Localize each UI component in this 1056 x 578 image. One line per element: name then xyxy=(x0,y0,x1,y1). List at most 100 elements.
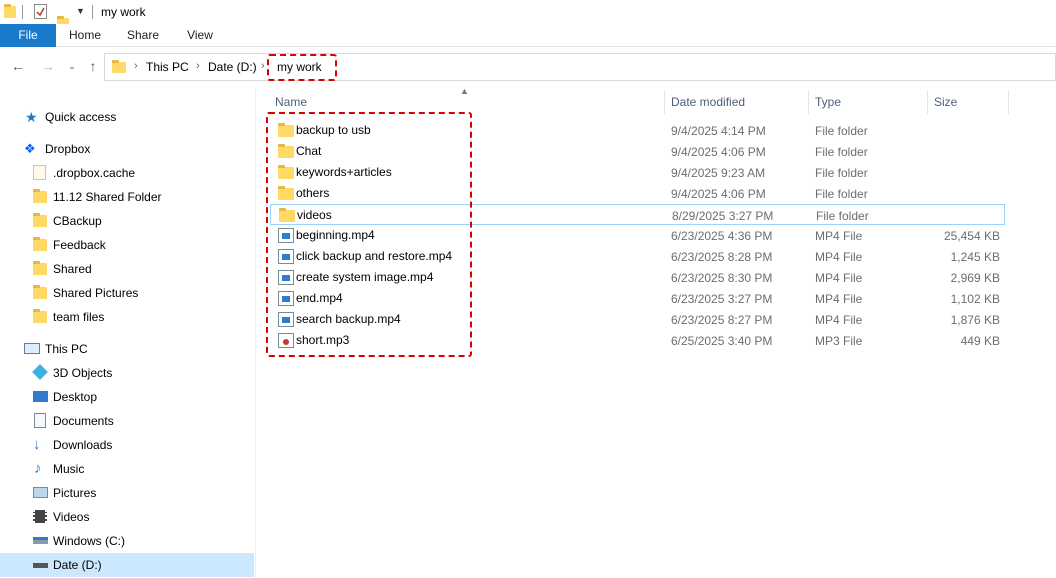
sidebar-item-date-d[interactable]: Date (D:) xyxy=(0,553,254,577)
film-icon xyxy=(33,510,47,523)
document-icon xyxy=(34,413,46,428)
tab-view[interactable]: View xyxy=(175,24,225,47)
column-divider xyxy=(664,90,665,114)
sidebar-item-quick-access[interactable]: ★ Quick access xyxy=(0,105,254,129)
navigation-bar: ← → ⌄ ↑ › This PC › Date (D:) › my work xyxy=(0,47,1056,87)
sidebar-item-documents[interactable]: Documents xyxy=(0,409,254,433)
folder-icon xyxy=(112,60,126,73)
tab-share[interactable]: Share xyxy=(118,24,168,47)
sidebar-item-team-files[interactable]: team files xyxy=(0,305,254,329)
sidebar-item-videos[interactable]: Videos xyxy=(0,505,254,529)
file-size: 2,969 KB xyxy=(950,271,1000,285)
pictures-icon xyxy=(33,487,48,498)
sidebar-item-windows-c[interactable]: Windows (C:) xyxy=(0,529,254,553)
sidebar-item-label: Videos xyxy=(53,510,90,524)
file-date-modified: 9/4/2025 4:06 PM xyxy=(671,145,766,159)
sidebar-item-label: Desktop xyxy=(53,390,98,404)
file-date-modified: 8/29/2025 3:27 PM xyxy=(672,209,774,223)
file-type: MP4 File xyxy=(815,313,863,327)
sidebar-item-label: 11.12 Shared Folder xyxy=(53,190,162,204)
column-divider xyxy=(1008,90,1009,114)
column-header-type[interactable]: Type xyxy=(815,95,841,119)
address-bar[interactable]: › This PC › Date (D:) › my work xyxy=(104,53,1056,81)
highlight-box-address xyxy=(267,54,337,81)
shared-folder-icon xyxy=(33,237,47,251)
file-date-modified: 9/4/2025 4:06 PM xyxy=(671,187,766,201)
sidebar-item-3d-objects[interactable]: 3D Objects xyxy=(0,361,254,385)
ribbon-tabs: File Home Share View xyxy=(0,24,1056,47)
file-date-modified: 6/25/2025 3:40 PM xyxy=(671,334,773,348)
sort-ascending-icon: ▲ xyxy=(460,86,469,96)
sidebar-item-label: Shared xyxy=(53,262,92,276)
sidebar-item-dropbox[interactable]: ❖ Dropbox xyxy=(0,137,254,161)
file-type: MP4 File xyxy=(815,250,863,264)
cube-icon xyxy=(32,364,48,380)
file-date-modified: 9/4/2025 9:23 AM xyxy=(671,166,766,180)
file-type: File folder xyxy=(815,145,868,159)
file-type: File folder xyxy=(816,209,869,223)
column-header-size[interactable]: Size xyxy=(934,95,957,119)
shared-folder-icon xyxy=(33,309,47,323)
drive-icon xyxy=(33,563,48,568)
file-type: File folder xyxy=(815,166,868,180)
sidebar-item-music[interactable]: ♪ Music xyxy=(0,457,254,481)
file-type: MP4 File xyxy=(815,229,863,243)
folder-icon xyxy=(4,4,16,18)
sidebar-item-label: Windows (C:) xyxy=(53,534,126,548)
sidebar-item-label: Feedback xyxy=(53,238,106,252)
sidebar-item-cbackup[interactable]: CBackup xyxy=(0,209,254,233)
separator xyxy=(92,5,93,19)
highlight-box-files xyxy=(266,112,472,357)
up-arrow-icon[interactable]: ↑ xyxy=(85,58,101,74)
sidebar-item-shared-folder[interactable]: 11.12 Shared Folder xyxy=(0,185,254,209)
desktop-icon xyxy=(33,391,48,402)
sidebar-item-label: 3D Objects xyxy=(53,366,113,380)
file-date-modified: 6/23/2025 8:28 PM xyxy=(671,250,773,264)
computer-icon xyxy=(24,343,40,354)
file-size: 1,245 KB xyxy=(950,250,1000,264)
file-date-modified: 6/23/2025 8:27 PM xyxy=(671,313,773,327)
tab-file[interactable]: File xyxy=(0,24,56,47)
sidebar-item-feedback[interactable]: Feedback xyxy=(0,233,254,257)
forward-arrow-icon[interactable]: → xyxy=(40,58,56,74)
sidebar-item-shared-pictures[interactable]: Shared Pictures xyxy=(0,281,254,305)
sidebar-item-label: team files xyxy=(53,310,105,324)
sidebar-item-pictures[interactable]: Pictures xyxy=(0,481,254,505)
music-note-icon: ♪ xyxy=(34,460,42,477)
file-size: 1,102 KB xyxy=(950,292,1000,306)
file-type: MP3 File xyxy=(815,334,863,348)
file-date-modified: 6/23/2025 8:30 PM xyxy=(671,271,773,285)
sidebar-item-downloads[interactable]: ↓ Downloads xyxy=(0,433,254,457)
file-date-modified: 9/4/2025 4:14 PM xyxy=(671,124,766,138)
title-bar: ▼ my work xyxy=(0,0,1056,30)
file-type: File folder xyxy=(815,124,868,138)
file-size: 25,454 KB xyxy=(943,229,1000,243)
breadcrumb-this-pc[interactable]: This PC xyxy=(146,60,189,74)
sidebar-item-dropbox-cache[interactable]: .dropbox.cache xyxy=(0,161,254,185)
drive-icon xyxy=(33,537,48,544)
file-date-modified: 6/23/2025 3:27 PM xyxy=(671,292,773,306)
download-arrow-icon: ↓ xyxy=(33,436,41,453)
sidebar-item-shared[interactable]: Shared xyxy=(0,257,254,281)
properties-icon[interactable] xyxy=(34,4,47,19)
breadcrumb-separator: › xyxy=(261,60,265,72)
folder-icon xyxy=(33,165,46,180)
tab-home[interactable]: Home xyxy=(60,24,110,47)
chevron-down-icon[interactable]: ▼ xyxy=(76,6,85,16)
file-type: MP4 File xyxy=(815,292,863,306)
sidebar-item-desktop[interactable]: Desktop xyxy=(0,385,254,409)
shared-folder-icon xyxy=(33,285,47,299)
sidebar-item-label: Pictures xyxy=(53,486,97,500)
breadcrumb-date-d[interactable]: Date (D:) xyxy=(208,60,257,74)
sidebar-item-this-pc[interactable]: This PC xyxy=(0,337,254,361)
sidebar-item-label: Documents xyxy=(53,414,114,428)
column-divider xyxy=(808,90,809,114)
column-header-date-modified[interactable]: Date modified xyxy=(671,95,745,119)
file-size: 1,876 KB xyxy=(950,313,1000,327)
recent-chevron-icon[interactable]: ⌄ xyxy=(64,58,80,74)
folder-icon xyxy=(33,213,47,227)
sidebar-item-label: This PC xyxy=(45,342,88,356)
shared-folder-icon xyxy=(33,189,47,203)
navigation-pane: ★ Quick access ❖ Dropbox .dropbox.cache … xyxy=(0,87,256,578)
back-arrow-icon[interactable]: ← xyxy=(10,58,26,74)
